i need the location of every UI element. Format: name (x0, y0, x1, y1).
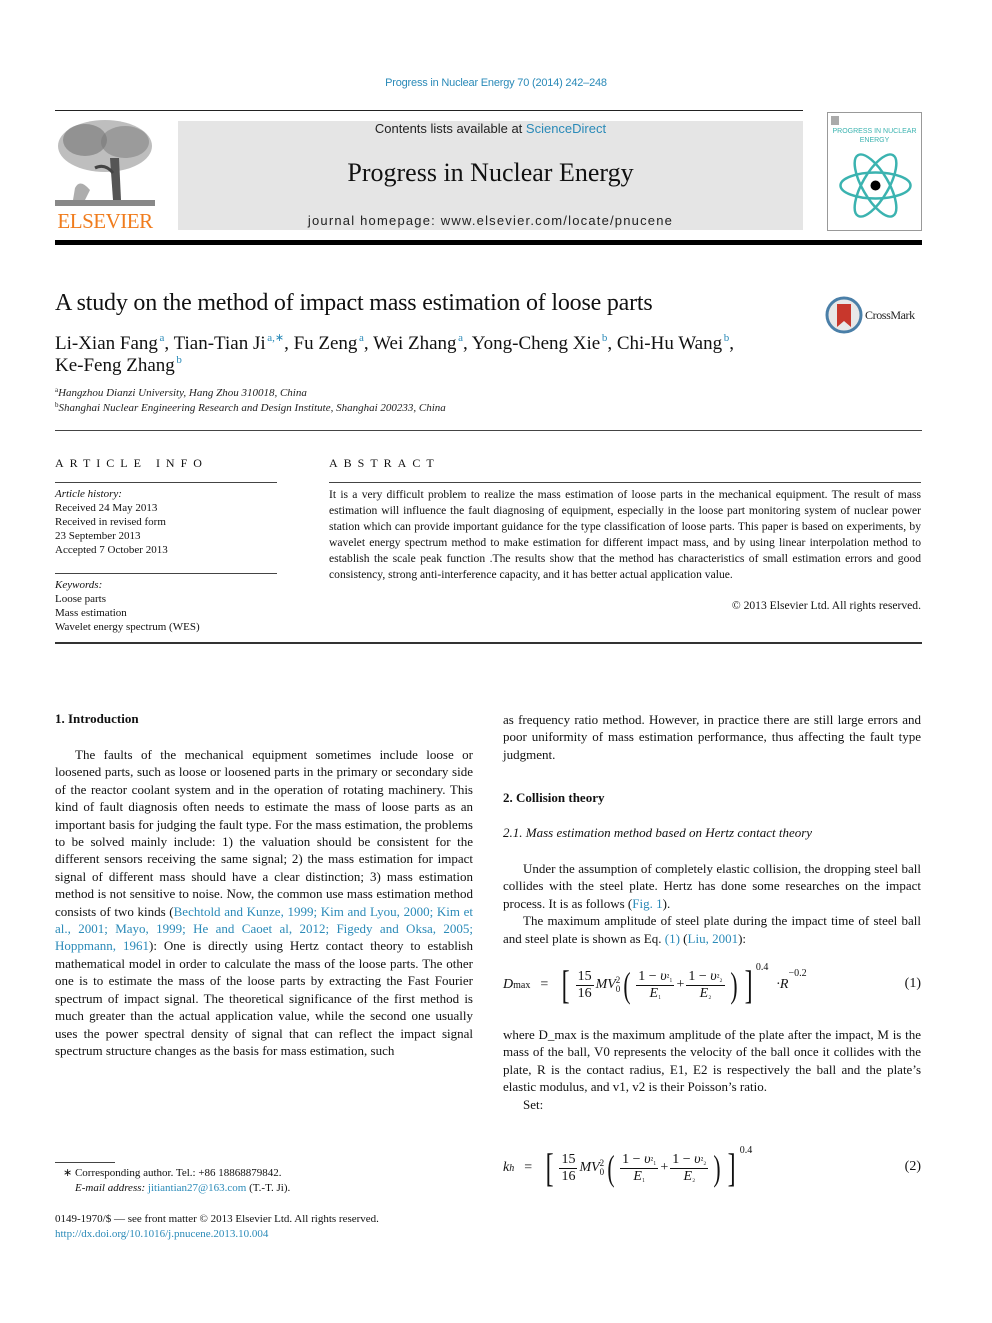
fig-1-link[interactable]: Fig. 1 (632, 896, 662, 911)
where-paragraph: where D_max is the maximum amplitude of … (503, 1027, 921, 1095)
abstract-heading: ABSTRACT (329, 456, 440, 470)
article-info-heading: ARTICLE INFO (55, 456, 208, 470)
elsevier-logo[interactable]: ELSEVIER (55, 118, 155, 234)
crossmark-icon (825, 296, 863, 334)
author[interactable]: Yong-Cheng Xie b (472, 333, 608, 355)
issn-copyright: 0149-1970/$ — see front matter © 2013 El… (55, 1213, 379, 1225)
section-1-heading: 1. Introduction (55, 711, 139, 726)
cover-elsevier-icon (831, 116, 839, 125)
section-2-heading: 2. Collision theory (503, 790, 605, 805)
elsevier-tree-icon (55, 118, 155, 210)
author[interactable]: Li-Xian Fang a (55, 333, 164, 355)
header-top-rule (55, 110, 803, 111)
affiliations: aHangzhou Dianzi University, Hang Zhou 3… (55, 386, 446, 416)
abstract-copyright: © 2013 Elsevier Ltd. All rights reserved… (731, 599, 921, 612)
doi-link[interactable]: http://dx.doi.org/10.1016/j.pnucene.2013… (55, 1228, 268, 1240)
hertz-paragraphs: Under the assumption of completely elast… (503, 860, 921, 947)
abstract-rule (329, 482, 921, 483)
journal-cover[interactable]: PROGRESS IN NUCLEAR ENERGY (827, 112, 922, 231)
journal-reference-link[interactable]: Progress in Nuclear Energy 70 (2014) 242… (0, 77, 992, 89)
equation-1-number: (1) (904, 976, 921, 991)
keyword: Loose parts (55, 593, 107, 605)
journal-banner: Contents lists available at ScienceDirec… (178, 121, 803, 230)
equation-1: Dmax = [ 15 16 MV 2 0 ( 1 − υ²₁ E₁ + 1 − υ²₂… (503, 962, 921, 1007)
author[interactable]: Tian-Tian Ji a,∗ (174, 333, 285, 355)
history-item: 23 September 2013 (55, 530, 141, 542)
author[interactable]: Wei Zhang a (373, 333, 463, 355)
keywords-rule (55, 573, 277, 574)
corresponding-author-line: ∗ Corresponding author. Tel.: +86 188688… (63, 1167, 282, 1179)
intro-column: The faults of the mechanical equipment s… (55, 746, 473, 1059)
crossmark-button[interactable]: CrossMark (825, 296, 925, 336)
abstract-text: It is a very difficult problem to realiz… (329, 488, 921, 581)
history-label: Article history: (55, 488, 122, 500)
author[interactable]: Fu Zeng a (294, 333, 364, 355)
history-item: Received in revised form (55, 516, 166, 528)
atom-icon (839, 153, 912, 218)
keyword: Mass estimation (55, 607, 127, 619)
hertz-paragraph-1: Under the assumption of completely elast… (503, 861, 921, 911)
history-item: Received 24 May 2013 (55, 502, 158, 514)
equation-2-number: (2) (904, 1159, 921, 1174)
equation-2: kh = [ 15 16 MV 2 0 ( 1 − υ²₁ E₁ + 1 − υ²₂ E₂… (503, 1145, 921, 1190)
right-column-continuation: as frequency ratio method. However, in p… (503, 711, 921, 763)
article-info-rule (55, 482, 277, 483)
subsection-2-1-heading: 2.1. Mass estimation method based on Her… (503, 825, 813, 840)
front-matter-rule (55, 642, 922, 644)
history-item: Accepted 7 October 2013 (55, 544, 168, 556)
header-bottom-rule (55, 240, 922, 245)
crossmark-label: CrossMark (865, 308, 915, 322)
sciencedirect-link[interactable]: ScienceDirect (526, 121, 606, 136)
corresponding-author-footnote: ∗ Corresponding author. Tel.: +86 188688… (55, 1166, 290, 1196)
author[interactable]: Ke-Feng Zhang b (55, 355, 182, 377)
continuation-paragraph: as frequency ratio method. However, in p… (503, 712, 921, 762)
liu-2001-link[interactable]: Liu, 2001 (688, 931, 739, 946)
cover-title: PROGRESS IN NUCLEAR ENERGY (832, 128, 917, 144)
keywords: Keywords: Loose parts Mass estimation Wa… (55, 578, 277, 634)
journal-title: Progress in Nuclear Energy (347, 158, 634, 187)
eq-1-link[interactable]: (1) (665, 931, 680, 946)
journal-homepage[interactable]: journal homepage: www.elsevier.com/locat… (178, 213, 803, 228)
hertz-paragraph-2: The maximum amplitude of steel plate dur… (503, 913, 921, 946)
keywords-label: Keywords: (55, 579, 103, 591)
contents-prefix: Contents lists available at (374, 121, 526, 136)
where-paragraph-block: where D_max is the maximum amplitude of … (503, 1026, 921, 1113)
article-title: A study on the method of impact mass est… (55, 290, 653, 316)
set-label: Set: (523, 1096, 544, 1112)
author-list: Li-Xian Fang a, Tian-Tian Ji a,∗, Fu Zen… (55, 332, 734, 377)
keyword: Wavelet energy spectrum (WES) (55, 621, 200, 633)
front-matter-notice: 0149-1970/$ — see front matter © 2013 El… (55, 1212, 379, 1242)
intro-paragraph: The faults of the mechanical equipment s… (55, 747, 473, 1058)
affiliation: bShanghai Nuclear Engineering Research a… (55, 401, 446, 415)
author[interactable]: Chi-Hu Wang b (617, 333, 729, 355)
affiliation: aHangzhou Dianzi University, Hang Zhou 3… (55, 386, 307, 400)
footnote-rule (55, 1162, 115, 1163)
email-line: E-mail address: jitiantian27@163.com (T.… (75, 1182, 291, 1194)
elsevier-wordmark: ELSEVIER (57, 209, 153, 233)
article-history: Article history: Received 24 May 2013 Re… (55, 487, 277, 557)
contents-line: Contents lists available at ScienceDirec… (178, 121, 803, 136)
email-link[interactable]: jitiantian27@163.com (148, 1182, 246, 1194)
affiliations-rule (55, 430, 922, 431)
